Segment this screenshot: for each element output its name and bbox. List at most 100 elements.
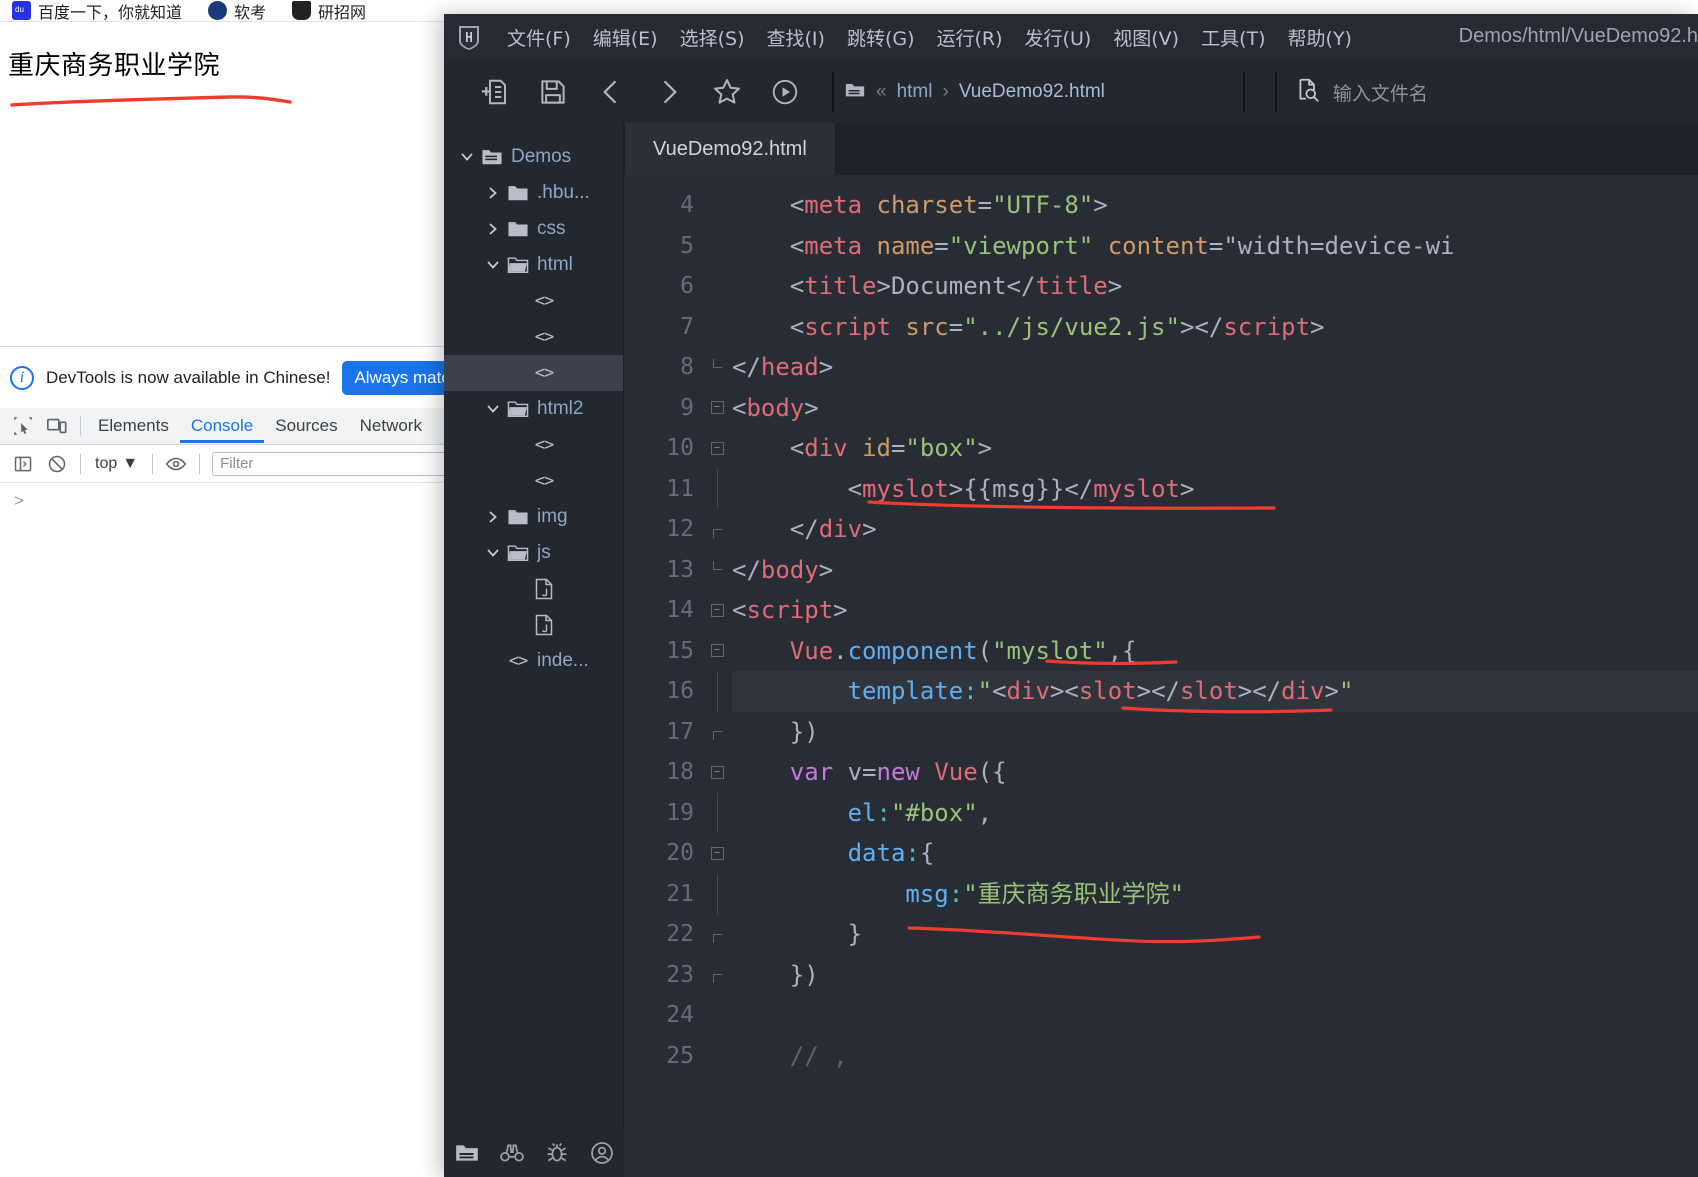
code-line[interactable]: msg:"重庆商务职业学院" xyxy=(732,874,1698,915)
code-content[interactable]: <meta charset="UTF-8"> <meta name="viewp… xyxy=(732,175,1698,1177)
tree-item[interactable]: css xyxy=(444,211,623,247)
tree-item[interactable]: img xyxy=(444,499,623,535)
filter-input[interactable]: Filter xyxy=(212,451,460,476)
code-line[interactable]: }) xyxy=(732,712,1698,753)
bookmark-yanzhao[interactable]: 研招网 xyxy=(292,0,366,23)
tree-item[interactable] xyxy=(444,607,623,643)
tab-network[interactable]: Network xyxy=(349,409,433,443)
fold-marker xyxy=(702,955,732,996)
tree-item[interactable]: <> xyxy=(444,463,623,499)
account-circle-icon[interactable] xyxy=(579,1129,624,1177)
tree-item[interactable]: <> xyxy=(444,319,623,355)
tree-item[interactable]: <> xyxy=(444,355,623,391)
fold-marker[interactable]: − xyxy=(702,590,732,631)
code-line[interactable]: <script src="../js/vue2.js"></script> xyxy=(732,307,1698,348)
menu-file[interactable]: 文件(F) xyxy=(496,20,582,55)
chevron-right-icon[interactable] xyxy=(480,185,506,201)
editor-tab-vuedemo92[interactable]: VueDemo92.html xyxy=(624,123,836,175)
code-line[interactable]: } xyxy=(732,914,1698,955)
menu-edit[interactable]: 编辑(E) xyxy=(582,20,669,55)
tree-item[interactable]: <> inde... xyxy=(444,643,623,679)
fold-marker xyxy=(702,509,732,550)
chevron-down-icon[interactable] xyxy=(454,149,480,165)
double-chevron-left-icon[interactable]: « xyxy=(876,81,887,103)
menu-goto[interactable]: 跳转(G) xyxy=(836,20,926,55)
code-folding-column[interactable]: − − − − − − xyxy=(702,175,732,1177)
console-output-area[interactable] xyxy=(0,518,460,1177)
fold-marker[interactable]: − xyxy=(702,428,732,469)
tree-item[interactable]: <> xyxy=(444,283,623,319)
bookmark-baidu[interactable]: 百度一下，你就知道 xyxy=(12,0,182,23)
code-line[interactable]: <script> xyxy=(732,590,1698,631)
save-icon[interactable] xyxy=(524,69,582,115)
chevron-right-icon[interactable] xyxy=(480,221,506,237)
code-line[interactable]: </head> xyxy=(732,347,1698,388)
tab-elements[interactable]: Elements xyxy=(87,409,180,443)
forward-icon[interactable] xyxy=(640,69,698,115)
menu-select[interactable]: 选择(S) xyxy=(669,20,756,55)
code-editor[interactable]: 4 5 6 7 8 9 10 11 12 13 14 15 16 17 18 19 20 21 22 23 24 25 −… xyxy=(624,175,1698,1177)
console-prompt[interactable]: > xyxy=(0,484,460,518)
chevron-down-icon[interactable] xyxy=(480,401,506,417)
code-line[interactable]: </body> xyxy=(732,550,1698,591)
run-preview-icon[interactable] xyxy=(756,69,814,115)
tree-item[interactable]: html xyxy=(444,247,623,283)
breadcrumb-file[interactable]: VueDemo92.html xyxy=(959,81,1105,103)
favorite-star-icon[interactable] xyxy=(698,69,756,115)
line-number: 23 xyxy=(666,961,694,988)
code-line[interactable]: Vue.component("myslot",{ xyxy=(732,631,1698,672)
device-toolbar-icon[interactable] xyxy=(40,409,74,443)
debug-bug-icon[interactable] xyxy=(534,1129,579,1177)
code-line[interactable]: <meta name="viewport" content="width=dev… xyxy=(732,226,1698,267)
code-line[interactable]: <myslot>{{msg}}</myslot> xyxy=(732,469,1698,510)
chevron-right-icon[interactable] xyxy=(480,509,506,525)
code-line[interactable]: <title>Document</title> xyxy=(732,266,1698,307)
tree-item[interactable]: <> xyxy=(444,427,623,463)
always-match-language-button[interactable]: Always match Chrome's language xyxy=(342,360,460,395)
toolbar-divider xyxy=(80,453,81,474)
menu-publish[interactable]: 发行(U) xyxy=(1014,20,1103,55)
tree-item[interactable] xyxy=(444,571,623,607)
tree-item[interactable]: html2 xyxy=(444,391,623,427)
menu-help[interactable]: 帮助(Y) xyxy=(1277,20,1363,55)
code-line[interactable]: <div id="box"> xyxy=(732,428,1698,469)
tab-sources[interactable]: Sources xyxy=(264,409,348,443)
back-icon[interactable] xyxy=(582,69,640,115)
code-line[interactable] xyxy=(732,995,1698,1036)
code-line[interactable]: data:{ xyxy=(732,833,1698,874)
menu-view[interactable]: 视图(V) xyxy=(1102,20,1190,55)
chevron-down-icon[interactable] xyxy=(480,545,506,561)
console-sidebar-icon[interactable] xyxy=(6,447,40,481)
project-manager-icon[interactable] xyxy=(444,1129,489,1177)
clear-console-icon[interactable] xyxy=(40,447,74,481)
fold-marker[interactable]: − xyxy=(702,752,732,793)
menu-find[interactable]: 查找(I) xyxy=(756,20,836,55)
live-expression-icon[interactable] xyxy=(159,447,193,481)
execution-context-select[interactable]: top ▼ xyxy=(87,455,146,473)
menu-tools[interactable]: 工具(T) xyxy=(1190,20,1276,55)
code-line[interactable]: </div> xyxy=(732,509,1698,550)
tree-item[interactable]: .hbu... xyxy=(444,175,623,211)
code-line[interactable]: el:"#box", xyxy=(732,793,1698,834)
tree-item[interactable]: js xyxy=(444,535,623,571)
fold-marker[interactable]: − xyxy=(702,833,732,874)
chevron-down-icon[interactable] xyxy=(480,257,506,273)
code-line[interactable]: var v=new Vue({ xyxy=(732,752,1698,793)
search-binoculars-icon[interactable] xyxy=(489,1129,534,1177)
code-line[interactable]: template:"<div><slot></slot></div>" xyxy=(732,671,1698,712)
bookmark-ruankao[interactable]: 软考 xyxy=(208,0,266,23)
tab-console[interactable]: Console xyxy=(180,409,264,443)
tree-item[interactable]: Demos xyxy=(444,139,623,175)
code-line[interactable]: }) xyxy=(732,955,1698,996)
code-line[interactable]: <body> xyxy=(732,388,1698,429)
project-file-tree[interactable]: Demos .hbu... css html <> <> <> html2 <> <> img js <… xyxy=(444,123,623,679)
file-search-box[interactable]: 输入文件名 xyxy=(1274,72,1428,112)
menu-run[interactable]: 运行(R) xyxy=(926,20,1014,55)
breadcrumb-folder[interactable]: html xyxy=(897,81,933,103)
fold-marker[interactable]: − xyxy=(702,388,732,429)
code-line[interactable]: // , xyxy=(732,1036,1698,1077)
code-line[interactable]: <meta charset="UTF-8"> xyxy=(732,185,1698,226)
inspect-element-icon[interactable] xyxy=(6,409,40,443)
fold-marker[interactable]: − xyxy=(702,631,732,672)
new-file-icon[interactable] xyxy=(466,69,524,115)
